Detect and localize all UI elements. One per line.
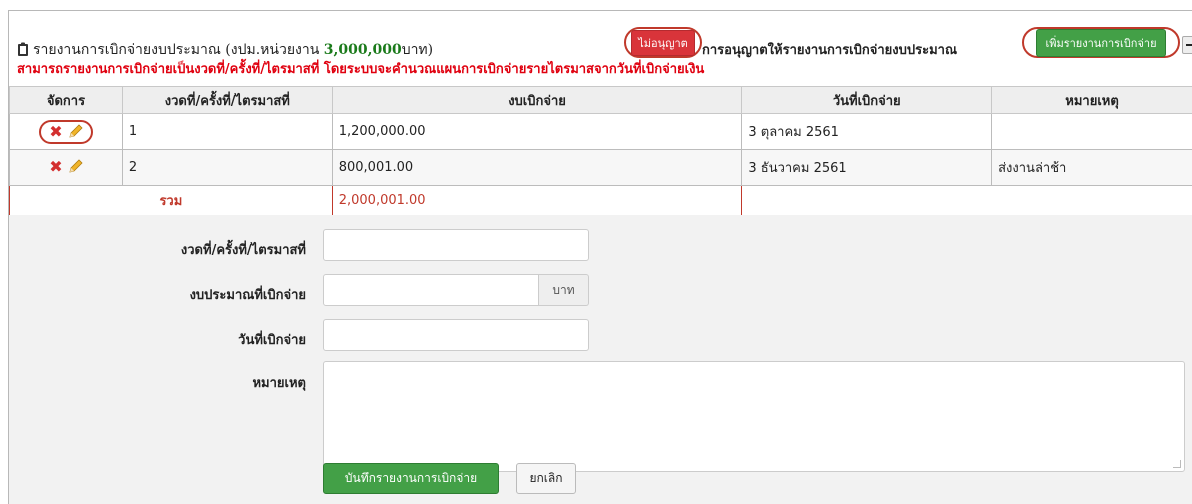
report-table: จัดการ งวดที่/ครั้งที่/ไตรมาสที่ งบเบิกจ… (9, 86, 1192, 216)
total-row: รวม 2,000,001.00 (9, 185, 1192, 216)
cancel-button[interactable]: ยกเลิก (516, 463, 576, 494)
add-highlight: เพิ่มรายงานการเบิกจ่าย (1022, 27, 1180, 58)
table-row: ✖ 1 1,200,000.00 3 ตุลาคม 2561 (9, 113, 1192, 150)
row-period: 1 (121, 113, 333, 150)
row-date: 3 ธันวาคม 2561 (741, 149, 993, 186)
total-value: 2,000,001.00 (331, 185, 743, 216)
total-label: รวม (9, 185, 333, 216)
date-input[interactable] (323, 319, 589, 351)
title-suffix: บาท) (401, 42, 434, 58)
table-header-row: จัดการ งวดที่/ครั้งที่/ไตรมาสที่ งบเบิกจ… (9, 86, 1192, 114)
total-blank (991, 185, 1192, 216)
budget-unit-addon: บาท (539, 274, 589, 306)
note-label: หมายเหตุ (252, 376, 306, 391)
resize-grip-icon[interactable] (1173, 460, 1181, 468)
budget-label: งบประมาณที่เบิกจ่าย (189, 288, 306, 303)
edit-icon[interactable] (67, 123, 83, 140)
deny-button[interactable]: ไม่อนุญาต (631, 29, 695, 56)
row-date: 3 ตุลาคม 2561 (741, 113, 993, 150)
row-actions-highlight: ✖ (39, 119, 93, 144)
row-actions: ✖ (9, 149, 123, 186)
row-amount: 1,200,000.00 (331, 113, 743, 150)
period-input[interactable] (323, 229, 589, 261)
budget-report-panel: รายงานการเบิกจ่ายงบประมาณ (งปม.หน่วยงาน … (8, 10, 1192, 504)
row-note (991, 113, 1192, 150)
period-label: งวดที่/ครั้งที่/ไตรมาสที่ (180, 243, 306, 258)
add-report-button[interactable]: เพิ่มรายงานการเบิกจ่าย (1036, 28, 1166, 57)
delete-icon[interactable]: ✖ (49, 123, 62, 140)
col-header-note: หมายเหตุ (991, 86, 1192, 114)
row-period: 2 (121, 149, 333, 186)
date-label: วันที่เบิกจ่าย (238, 333, 306, 348)
title-budget: 3,000,000 (323, 42, 402, 58)
collapse-button[interactable] (1182, 36, 1192, 54)
col-header-amount: งบเบิกจ่าย (331, 86, 743, 114)
row-actions: ✖ (9, 113, 123, 150)
clipboard-icon (18, 42, 28, 56)
minus-icon (1186, 44, 1192, 46)
panel-header: รายงานการเบิกจ่ายงบประมาณ (งปม.หน่วยงาน … (9, 11, 1192, 86)
warning-text: สามารถรายงานการเบิกจ่ายเป็นงวดที่/ครั้งท… (17, 62, 705, 77)
col-header-period: งวดที่/ครั้งที่/ไตรมาสที่ (121, 86, 333, 114)
edit-icon[interactable] (67, 159, 83, 175)
report-form: งวดที่/ครั้งที่/ไตรมาสที่ งบประมาณที่เบิ… (9, 215, 1192, 504)
row-note: ส่งงานล่าช้า (991, 149, 1192, 186)
col-header-actions: จัดการ (9, 86, 123, 114)
deny-highlight: ไม่อนุญาต (624, 27, 702, 58)
permission-label: การอนุญาตให้รายงานการเบิกจ่ายงบประมาณ (702, 43, 958, 58)
budget-input[interactable] (323, 274, 539, 306)
total-blank (741, 185, 992, 216)
row-actions-group: ✖ (49, 159, 83, 175)
col-header-date: วันที่เบิกจ่าย (741, 86, 993, 114)
title-prefix: รายงานการเบิกจ่ายงบประมาณ (งปม.หน่วยงาน (33, 42, 324, 58)
table-row: ✖ 2 800,001.00 3 ธันวาคม 2561 ส่งงานล่าช… (9, 149, 1192, 186)
save-report-button[interactable]: บันทึกรายงานการเบิกจ่าย (323, 463, 499, 494)
note-textarea[interactable] (323, 361, 1185, 472)
row-amount: 800,001.00 (331, 149, 743, 186)
delete-icon[interactable]: ✖ (49, 159, 62, 175)
